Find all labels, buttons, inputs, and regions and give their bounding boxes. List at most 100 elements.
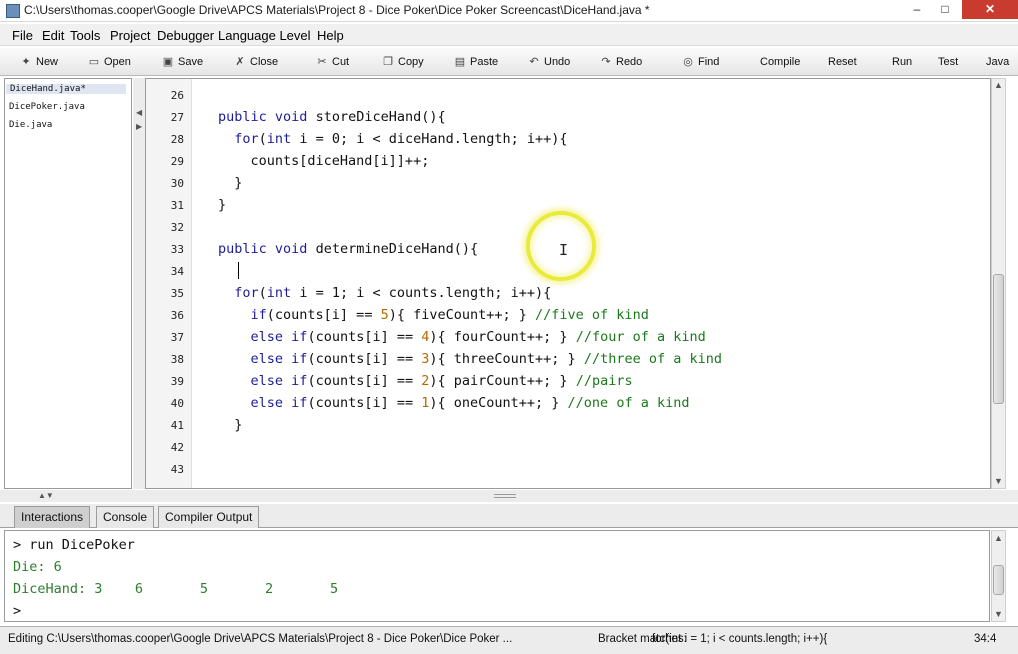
javadoc-button[interactable]: Java — [986, 52, 1009, 72]
text-caret — [238, 262, 239, 279]
menu-project[interactable]: Project — [110, 28, 150, 43]
line-number: 37 — [170, 331, 184, 344]
code-line: else if(counts[i] == 2){ pairCount++; } … — [250, 373, 633, 389]
interaction-prompt[interactable]: > — [13, 603, 21, 619]
interaction-line: > run DicePoker — [13, 537, 135, 553]
run-button[interactable]: Run — [892, 52, 912, 72]
splitter-grip[interactable] — [494, 494, 516, 498]
interaction-line: Die: 6 — [13, 559, 62, 575]
test-button[interactable]: Test — [938, 52, 958, 72]
status-bar: Editing C:\Users\thomas.cooper\Google Dr… — [0, 626, 1018, 654]
line-number: 40 — [170, 397, 184, 410]
maximize-button[interactable]: □ — [932, 0, 958, 19]
editor-scroll-thumb[interactable] — [993, 274, 1004, 404]
menu-help[interactable]: Help — [317, 28, 344, 43]
line-number: 33 — [170, 243, 184, 256]
paste-clipboard-icon: ▤ — [454, 56, 466, 68]
line-number: 35 — [170, 287, 184, 300]
status-editing-path: Editing C:\Users\thomas.cooper\Google Dr… — [8, 633, 513, 645]
binoculars-icon: ◎ — [683, 56, 693, 68]
reset-button[interactable]: Reset — [828, 52, 857, 72]
line-number: 41 — [170, 419, 184, 432]
code-line: } — [218, 175, 243, 191]
app-icon — [6, 4, 20, 18]
menu-debugger[interactable]: Debugger — [157, 28, 214, 43]
file-item-dicehand[interactable]: DiceHand.java* — [6, 84, 126, 94]
code-line: public void storeDiceHand(){ — [218, 109, 446, 125]
line-number: 28 — [170, 133, 184, 146]
line-number: 30 — [170, 177, 184, 190]
open-folder-icon: ▭ — [88, 56, 100, 68]
cut-button[interactable]: ✂ Cut — [316, 52, 349, 72]
title-bar: C:\Users\thomas.cooper\Google Drive\APCS… — [0, 0, 1018, 22]
undo-button[interactable]: ↶ Undo — [528, 52, 570, 72]
file-item-die[interactable]: Die.java — [9, 120, 52, 130]
line-number: 39 — [170, 375, 184, 388]
code-line: else if(counts[i] == 1){ oneCount++; } /… — [250, 395, 690, 411]
find-button[interactable]: ◎ Find — [682, 52, 719, 72]
line-number: 43 — [170, 463, 184, 476]
interactions-scrollbar[interactable]: ▲ ▼ — [991, 530, 1006, 622]
interactions-scroll-thumb[interactable] — [993, 565, 1004, 595]
copy-button[interactable]: ❐ Copy — [382, 52, 424, 72]
bottom-tabs: Interactions Console Compiler Output — [0, 504, 1018, 528]
status-bracket-code: for(int i = 1; i < counts.length; i++){ — [652, 633, 828, 645]
menu-bar: File Edit Tools Project Debugger Languag… — [0, 24, 1018, 46]
menu-language-level[interactable]: Language Level — [218, 28, 311, 43]
redo-icon: ↷ — [601, 56, 611, 68]
horizontal-splitter[interactable]: ▲▼ — [0, 490, 1018, 502]
vertical-splitter[interactable]: ◀ ▶ — [133, 78, 145, 489]
code-line: else if(counts[i] == 3){ threeCount++; }… — [250, 351, 722, 367]
ibeam-cursor-icon: I — [559, 241, 569, 259]
line-number: 38 — [170, 353, 184, 366]
menu-file[interactable]: File — [12, 28, 33, 43]
expand-right-icon[interactable]: ▶ — [136, 122, 142, 131]
line-number: 36 — [170, 309, 184, 322]
compile-button[interactable]: Compile — [760, 52, 800, 72]
minimize-button[interactable]: – — [904, 0, 930, 19]
collapse-up-icon[interactable]: ▲▼ — [38, 491, 54, 500]
scroll-down-icon[interactable]: ▼ — [994, 476, 1003, 486]
interaction-line: DiceHand: 3 6 5 2 5 — [13, 581, 339, 597]
new-button[interactable]: ✦ New — [20, 52, 58, 72]
save-button[interactable]: ▣ Save — [162, 52, 203, 72]
editor-scrollbar[interactable]: ▲ ▼ — [991, 78, 1006, 489]
code-line: if(counts[i] == 5){ fiveCount++; } //fiv… — [250, 307, 649, 323]
scroll-down-icon[interactable]: ▼ — [994, 609, 1003, 619]
new-file-icon: ✦ — [21, 56, 31, 68]
close-file-button[interactable]: ✗ Close — [234, 52, 278, 72]
file-item-dicepoker[interactable]: DicePoker.java — [9, 102, 85, 112]
code-line: for(int i = 0; i < diceHand.length; i++)… — [234, 131, 568, 147]
tab-compiler-output[interactable]: Compiler Output — [158, 506, 260, 528]
undo-icon: ↶ — [529, 56, 539, 68]
scissors-icon: ✂ — [317, 56, 327, 68]
line-number: 29 — [170, 155, 184, 168]
menu-edit[interactable]: Edit — [42, 28, 64, 43]
redo-button[interactable]: ↷ Redo — [600, 52, 642, 72]
code-editor[interactable]: 26 27 28 29 30 31 32 33 34 35 36 37 38 39 40 41 42 43 pub… — [145, 78, 991, 489]
collapse-left-icon[interactable]: ◀ — [136, 108, 142, 117]
code-line: for(int i = 1; i < counts.length; i++){ — [234, 285, 552, 301]
tab-interactions[interactable]: Interactions — [14, 506, 91, 528]
scroll-up-icon[interactable]: ▲ — [994, 80, 1003, 90]
close-window-button[interactable]: ✕ — [962, 0, 1018, 19]
window-title: C:\Users\thomas.cooper\Google Drive\APCS… — [24, 3, 650, 17]
line-number: 34 — [170, 265, 184, 278]
line-number: 27 — [170, 111, 184, 124]
code-line: } — [218, 417, 243, 433]
tab-console[interactable]: Console — [96, 506, 155, 528]
line-number: 31 — [170, 199, 184, 212]
line-number-gutter: 26 27 28 29 30 31 32 33 34 35 36 37 38 39 40 41 42 43 — [146, 79, 192, 488]
status-cursor-position: 34:4 — [974, 633, 997, 645]
open-button[interactable]: ▭ Open — [88, 52, 131, 72]
interactions-pane[interactable]: > run DicePoker Die: 6 DiceHand: 3 6 5 2… — [4, 530, 990, 622]
menu-tools[interactable]: Tools — [70, 28, 100, 43]
line-number: 32 — [170, 221, 184, 234]
file-list-panel: DiceHand.java* DicePoker.java Die.java — [4, 78, 132, 489]
code-line: counts[diceHand[i]]++; — [218, 153, 430, 169]
code-line: } — [218, 197, 227, 213]
scroll-up-icon[interactable]: ▲ — [994, 533, 1003, 543]
paste-button[interactable]: ▤ Paste — [454, 52, 498, 72]
copy-icon: ❐ — [383, 56, 393, 68]
code-line: else if(counts[i] == 4){ fourCount++; } … — [250, 329, 706, 345]
